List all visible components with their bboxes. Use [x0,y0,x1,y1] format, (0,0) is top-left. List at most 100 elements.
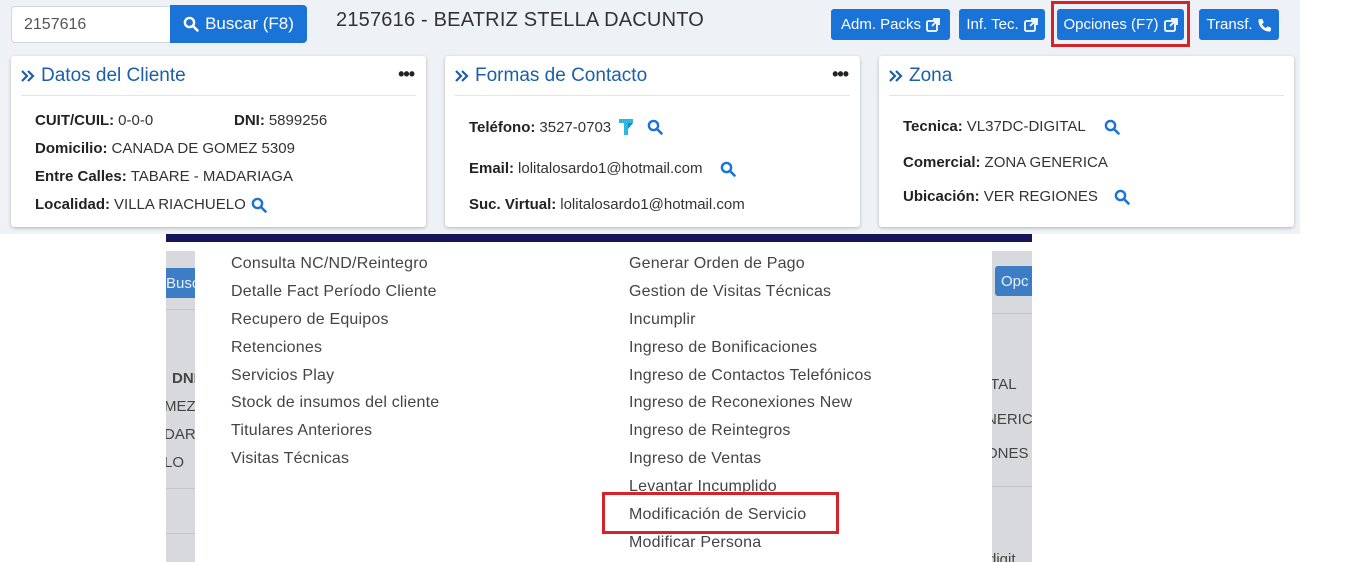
modificacion-servicio-highlight-box [602,492,839,534]
adm-packs-label: Adm. Packs [840,16,922,33]
entre-calles-row: Entre Calles: TABARE - MADARIAGA [35,168,293,185]
background-text: MEZ [166,398,195,415]
menu-item[interactable]: Servicios Play [231,362,439,390]
menu-item[interactable]: Visitas Técnicas [231,445,439,473]
menu-item[interactable]: Ingreso de Reintegros [629,417,872,445]
external-link-icon [926,17,940,32]
menu-item[interactable]: Retenciones [231,334,439,362]
zona-title: Zona [909,64,953,86]
phone-icon [1257,18,1271,32]
domicilio-row: Domicilio: CANADA DE GOMEZ 5309 [35,140,295,157]
card-header: Formas de Contacto ••• [455,56,850,96]
search-button[interactable]: Buscar (F8) [170,5,307,43]
external-link-icon [1023,17,1038,32]
search-icon[interactable] [251,197,267,213]
cuit-label: CUIT/CUIL: [35,112,115,129]
background-text: DAR [166,426,195,443]
domicilio-value: CANADA DE GOMEZ 5309 [111,140,295,157]
background-text: LO [166,454,185,471]
dni-row: DNI: 5899256 [234,112,327,129]
background-text: NERIC [992,411,1032,428]
zona-card: Zona Tecnica: VL37DC-DIGITAL Comercial: … [879,56,1294,227]
menu-item[interactable]: Titulares Anteriores [231,417,439,445]
background-page-right: Opc ITAL NERIC ONES digit [992,251,1032,562]
double-chevron-right-icon [889,69,903,82]
search-button-label: Buscar (F8) [205,14,294,33]
menu-item[interactable]: Consulta NC/ND/Reintegro [231,250,439,278]
menu-item[interactable]: Ingreso de Bonificaciones [629,334,872,362]
more-options-icon[interactable]: ••• [398,64,415,85]
telefono-value: 3527-0703 [539,118,612,136]
card-header: Datos del Cliente ••• [21,56,416,96]
menu-item[interactable]: Gestion de Visitas Técnicas [629,278,872,306]
tecnica-label: Tecnica: [903,118,963,135]
cuit-row: CUIT/CUIL: 0-0-0 [35,112,153,129]
background-page-left: Buscar DNI MEZ DAR LO [166,251,195,562]
dni-label: DNI: [234,112,265,129]
ubicacion-label: Ubicación: [903,188,980,205]
formas-contacto-card: Formas de Contacto ••• Teléfono: 3527-07… [445,56,860,227]
comercial-label: Comercial: [903,154,981,171]
menu-item[interactable]: Generar Orden de Pago [629,250,872,278]
menu-header-bar [166,234,1032,242]
suc-virtual-row: Suc. Virtual: lolitalosardo1@hotmail.com [469,196,745,213]
background-text: DNI [172,370,195,387]
ubicacion-value: VER REGIONES [983,188,1098,205]
menu-item[interactable]: Ingreso de Ventas [629,445,872,473]
menu-item[interactable]: Detalle Fact Período Cliente [231,278,439,306]
transf-button[interactable]: Transf. [1199,9,1279,40]
background-text: ITAL [992,376,1017,393]
suc-virtual-label: Suc. Virtual: [469,196,557,213]
divider [166,488,195,489]
card-title: Zona [889,65,952,87]
background-opciones-button: Opc [995,266,1032,296]
opciones-highlight-box [1051,1,1190,47]
localidad-label: Localidad: [35,196,111,213]
opciones-menu-area: Buscar DNI MEZ DAR LO Opc ITAL NERIC ONE… [166,234,1032,562]
search-icon[interactable] [720,161,736,177]
menu-item[interactable]: Incumplir [629,306,872,334]
divider [992,486,1032,487]
adm-packs-button[interactable]: Adm. Packs [831,9,950,40]
inf-tec-label: Inf. Tec. [966,16,1019,33]
telefono-label: Teléfono: [469,118,536,136]
formas-contacto-title: Formas de Contacto [475,64,648,86]
menu-item[interactable]: Ingreso de Reconexiones New [629,389,872,417]
search-input[interactable] [11,6,173,43]
card-header: Zona [889,56,1284,96]
localidad-row: Localidad: VILLA RIACHUELO [35,196,267,213]
divider [166,533,195,534]
more-options-icon[interactable]: ••• [832,64,849,85]
comercial-row: Comercial: ZONA GENERICA [903,154,1108,171]
telephony-app-icon[interactable] [617,117,635,137]
background-text: digit [992,551,1016,562]
divider [992,313,1032,314]
entre-calles-value: TABARE - MADARIAGA [130,168,293,185]
menu-item[interactable]: Ingreso de Contactos Telefónicos [629,362,872,390]
search-icon[interactable] [1114,189,1130,205]
comercial-value: ZONA GENERICA [984,154,1108,171]
page-title: 2157616 - BEATRIZ STELLA DACUNTO [336,9,705,31]
card-title: Formas de Contacto [455,65,647,87]
localidad-value: VILLA RIACHUELO [114,196,246,213]
datos-cliente-card: Datos del Cliente ••• CUIT/CUIL: 0-0-0 D… [11,56,426,227]
email-label: Email: [469,160,515,177]
telefono-row: Teléfono: 3527-0703 [469,117,663,137]
email-row: Email: lolitalosardo1@hotmail.com [469,160,736,177]
inf-tec-button[interactable]: Inf. Tec. [959,9,1045,40]
search-icon[interactable] [647,119,663,135]
background-text: ONES [992,445,1029,462]
tecnica-value: VL37DC-DIGITAL [966,118,1086,135]
menu-item[interactable]: Stock de insumos del cliente [231,389,439,417]
search-icon[interactable] [1104,119,1120,135]
background-search-button: Buscar [166,268,195,298]
domicilio-label: Domicilio: [35,140,108,157]
card-title: Datos del Cliente [21,65,186,87]
email-value: lolitalosardo1@hotmail.com [518,160,703,177]
menu-item[interactable]: Recupero de Equipos [231,306,439,334]
double-chevron-right-icon [455,69,469,82]
double-chevron-right-icon [21,69,35,82]
datos-cliente-title: Datos del Cliente [41,64,186,86]
transf-label: Transf. [1206,16,1253,33]
divider [166,309,195,310]
